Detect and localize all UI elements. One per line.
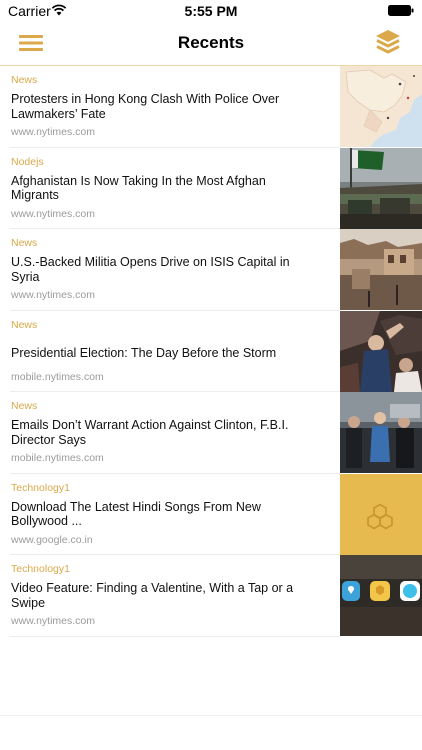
article-row[interactable]: Nodejs Afghanistan Is Now Taking In the … <box>0 147 422 230</box>
category-label: Technology1 <box>11 563 70 575</box>
map-thumbnail[interactable] <box>340 66 422 147</box>
category-label: News <box>11 237 38 249</box>
clock: 5:55 PM <box>184 3 238 19</box>
article-title[interactable]: Video Feature: Finding a Valentine, With… <box>11 581 296 610</box>
category-label: News <box>11 400 38 412</box>
press-thumbnail[interactable] <box>340 392 422 473</box>
source-url: mobile.nytimes.com <box>11 452 104 464</box>
source-url: mobile.nytimes.com <box>11 370 104 383</box>
divider <box>0 715 422 716</box>
layers-icon[interactable] <box>374 28 402 58</box>
source-url: www.nytimes.com <box>11 289 96 301</box>
article-title[interactable]: Download The Latest Hindi Songs From New… <box>11 500 296 529</box>
source-url: www.nytimes.com <box>11 126 96 138</box>
source-url: www.google.co.in <box>11 533 93 546</box>
hexagon-placeholder-thumbnail[interactable] <box>340 473 422 555</box>
app-icons-thumbnail[interactable] <box>340 555 422 636</box>
article-row[interactable]: News Presidential Election: The Day Befo… <box>0 310 422 393</box>
source-url: www.nytimes.com <box>11 615 96 627</box>
category-label: News <box>11 318 38 331</box>
article-title[interactable]: Emails Don’t Warrant Action Against Clin… <box>11 418 296 447</box>
article-row[interactable]: News Protesters in Hong Kong Clash With … <box>0 66 422 148</box>
article-row[interactable]: News U.S.-Backed Militia Opens Drive on … <box>0 229 422 311</box>
article-title[interactable]: U.S.-Backed Militia Opens Drive on ISIS … <box>11 255 296 284</box>
article-row[interactable]: Technology1 Video Feature: Finding a Val… <box>0 555 422 637</box>
recents-list: News Protesters in Hong Kong Clash With … <box>0 66 422 637</box>
rally-thumbnail[interactable] <box>340 310 422 392</box>
category-label: Nodejs <box>11 155 44 168</box>
article-row[interactable]: Technology1 Download The Latest Hindi So… <box>0 473 422 556</box>
article-title[interactable]: Protesters in Hong Kong Clash With Polic… <box>11 92 296 121</box>
source-url: www.nytimes.com <box>11 207 96 220</box>
category-label: Technology1 <box>11 481 70 494</box>
category-label: News <box>11 74 38 86</box>
page-title: Recents <box>177 33 245 52</box>
flag-crowd-thumbnail[interactable] <box>340 147 422 229</box>
status-bar: Carrier 5:55 PM <box>0 0 422 22</box>
article-title[interactable]: Presidential Election: The Day Before th… <box>11 346 296 361</box>
navigation-bar: Recents <box>0 22 422 66</box>
article-row[interactable]: News Emails Don’t Warrant Action Against… <box>0 392 422 474</box>
rooftops-thumbnail[interactable] <box>340 229 422 310</box>
battery-icon <box>388 5 414 16</box>
article-title[interactable]: Afghanistan Is Now Taking In the Most Af… <box>11 174 296 203</box>
